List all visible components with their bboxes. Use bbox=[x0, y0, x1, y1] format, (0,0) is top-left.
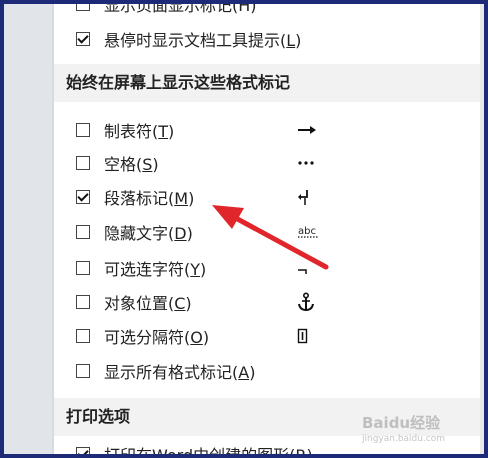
svg-text:abc: abc bbox=[298, 226, 316, 237]
hidden-text-icon: abc bbox=[297, 220, 321, 244]
optional-breaks-checkbox[interactable] bbox=[76, 329, 90, 343]
options-nav-strip bbox=[4, 4, 52, 454]
format-marks-section-title: 始终在屏幕上显示这些格式标记 bbox=[54, 64, 484, 102]
dialog-frame: 显示页面显示标记(H) 悬停时显示文档工具提示(L) 始终在屏幕上显示这些格式标… bbox=[4, 4, 484, 454]
scrollbar-edge[interactable] bbox=[480, 4, 484, 454]
options-panel: 显示页面显示标记(H) 悬停时显示文档工具提示(L) 始终在屏幕上显示这些格式标… bbox=[54, 4, 484, 454]
show-page-marks-checkbox[interactable] bbox=[76, 4, 90, 11]
print-drawings-label: 打印在Word中创建的图形(R) bbox=[104, 442, 313, 454]
spaces-checkbox[interactable] bbox=[76, 156, 90, 170]
optional-breaks-option[interactable]: 可选分隔符(O) bbox=[76, 324, 209, 348]
show-page-marks-label: 显示页面显示标记(H) bbox=[104, 4, 257, 15]
show-page-marks-option[interactable]: 显示页面显示标记(H) bbox=[76, 4, 257, 16]
print-options-section-title: 打印选项 bbox=[54, 398, 484, 436]
paragraph-marks-checkbox[interactable] bbox=[76, 190, 90, 204]
print-drawings-checkbox[interactable] bbox=[76, 447, 90, 454]
anchor-icon bbox=[297, 290, 321, 314]
optional-hyphens-option[interactable]: 可选连字符(Y) bbox=[76, 256, 206, 280]
spaces-option[interactable]: 空格(S) bbox=[76, 151, 159, 175]
tab-characters-option[interactable]: 制表符(T) bbox=[76, 118, 174, 142]
hidden-text-option[interactable]: 隐藏文字(D) bbox=[76, 220, 193, 244]
show-all-marks-option[interactable]: 显示所有格式标记(A) bbox=[76, 359, 255, 383]
object-anchors-checkbox[interactable] bbox=[76, 295, 90, 309]
space-dots-icon bbox=[297, 151, 321, 175]
optional-break-icon bbox=[297, 324, 321, 348]
object-anchors-option[interactable]: 对象位置(C) bbox=[76, 290, 192, 314]
hidden-text-checkbox[interactable] bbox=[76, 225, 90, 239]
show-all-marks-checkbox[interactable] bbox=[76, 364, 90, 378]
paragraph-mark-icon bbox=[297, 185, 321, 209]
hover-tips-option[interactable]: 悬停时显示文档工具提示(L) bbox=[76, 27, 301, 51]
paragraph-marks-option[interactable]: 段落标记(M) bbox=[76, 185, 194, 209]
tab-characters-checkbox[interactable] bbox=[76, 123, 90, 137]
tab-arrow-icon bbox=[297, 118, 321, 142]
optional-hyphens-checkbox[interactable] bbox=[76, 261, 90, 275]
hover-tips-checkbox[interactable] bbox=[76, 32, 90, 46]
hover-tips-label: 悬停时显示文档工具提示(L) bbox=[104, 31, 302, 50]
optional-hyphen-icon bbox=[297, 256, 321, 280]
print-drawings-option[interactable]: 打印在Word中创建的图形(R) bbox=[76, 442, 313, 454]
